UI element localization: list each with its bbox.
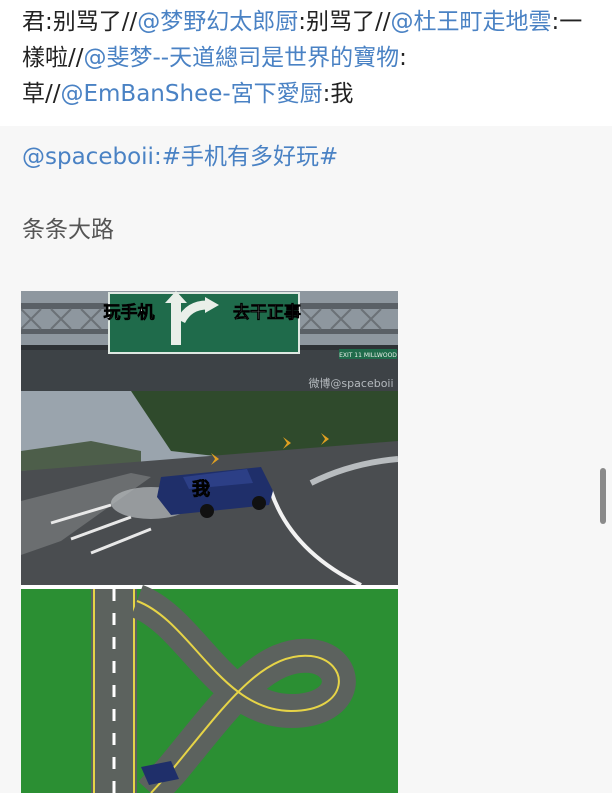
watermark: 微博@spaceboii [308,376,393,390]
mention-link[interactable]: @梦野幻太郎厨 [137,9,298,35]
meme-illustration: 玩手机 去干正事 EXIT 11 MILLWOOD 微博@spaceboii 我 [21,291,398,793]
sign-label-left: 玩手机 [104,302,155,323]
repost-chain-text: 君:别骂了//@梦野幻太郎厨:别骂了//@杜王町走地雲:一樣啦//@斐梦--天道… [22,4,597,112]
car-label: 我 [192,479,210,500]
exit-plate-text: EXIT 11 MILLWOOD [339,352,397,359]
post-author-link[interactable]: @spaceboii [22,144,154,170]
sign-label-right: 去干正事 [233,302,301,323]
repost-segment: :我 [322,81,354,107]
meme-image[interactable]: 玩手机 去干正事 EXIT 11 MILLWOOD 微博@spaceboii 我 [21,291,398,793]
repost-chain-block: 君:别骂了//@梦野幻太郎厨:别骂了//@杜王町走地雲:一樣啦//@斐梦--天道… [0,0,612,126]
sign-arrow-straight [171,299,181,345]
repost-segment: :别骂了// [298,9,391,35]
mention-link[interactable]: @斐梦--天道總司是世界的寶物 [84,45,400,71]
post-separator: : [153,144,162,170]
panel-divider [21,585,398,589]
post-body-text: 条条大路 [22,217,114,243]
post-header-line: @spaceboii:#手机有多好玩# [22,140,338,174]
scrollbar-thumb[interactable] [600,468,606,524]
mention-link[interactable]: @EmBanShee-宮下愛厨 [61,81,323,107]
car-wheel-rear [252,496,266,510]
car-wheel-front [200,504,214,518]
hashtag-link[interactable]: #手机有多好玩# [162,144,339,170]
repost-segment: 君:别骂了// [22,9,138,35]
original-post: @spaceboii:#手机有多好玩# 条条大路 玩手机 去干正事 EXIT 1… [0,126,612,793]
mention-link[interactable]: @杜王町走地雲 [391,9,552,35]
